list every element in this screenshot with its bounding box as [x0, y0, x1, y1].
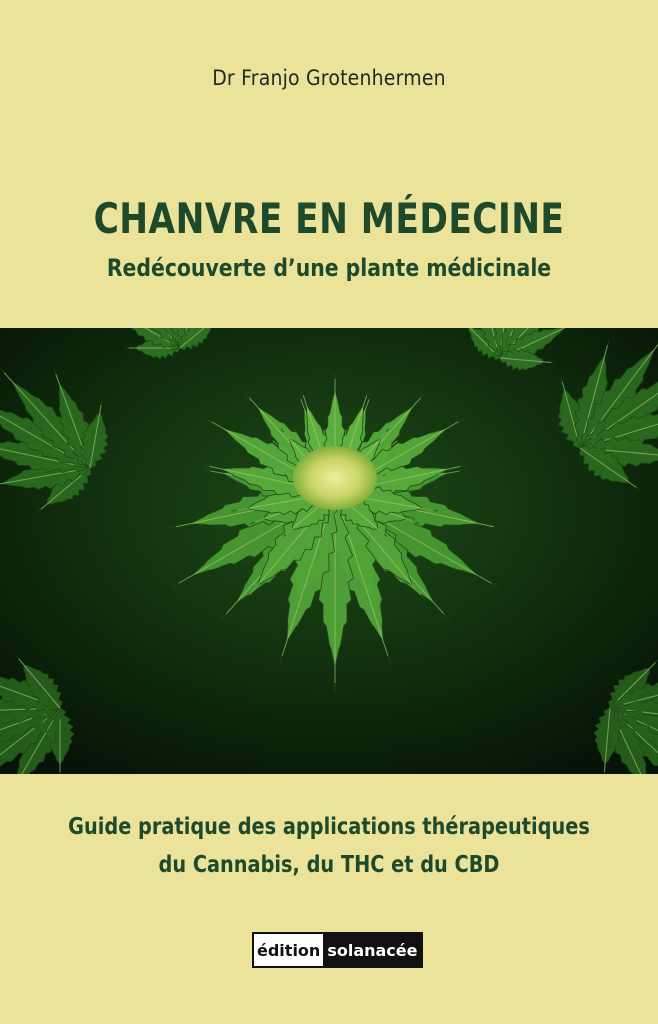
tagline: Guide pratique des applications thérapeu…	[53, 808, 606, 884]
flower-bud	[293, 446, 377, 510]
tagline-line-2: du Cannabis, du THC et du CBD	[158, 852, 500, 878]
cannabis-leaf-illustration	[0, 328, 658, 774]
book-subtitle: Redécouverte d’une plante médicinale	[106, 254, 552, 282]
book-title: CHANVRE EN MÉDECINE	[93, 194, 565, 243]
book-cover: Dr Franjo Grotenhermen CHANVRE EN MÉDECI…	[0, 0, 658, 1024]
author-name: Dr Franjo Grotenhermen	[212, 66, 446, 90]
publisher-label-edition: édition	[254, 934, 324, 966]
tagline-line-1: Guide pratique des applications thérapeu…	[68, 814, 590, 840]
publisher-logo: édition solanacée	[252, 932, 424, 968]
cannabis-plant-image	[0, 328, 658, 774]
publisher-label-name: solanacée	[323, 934, 422, 966]
